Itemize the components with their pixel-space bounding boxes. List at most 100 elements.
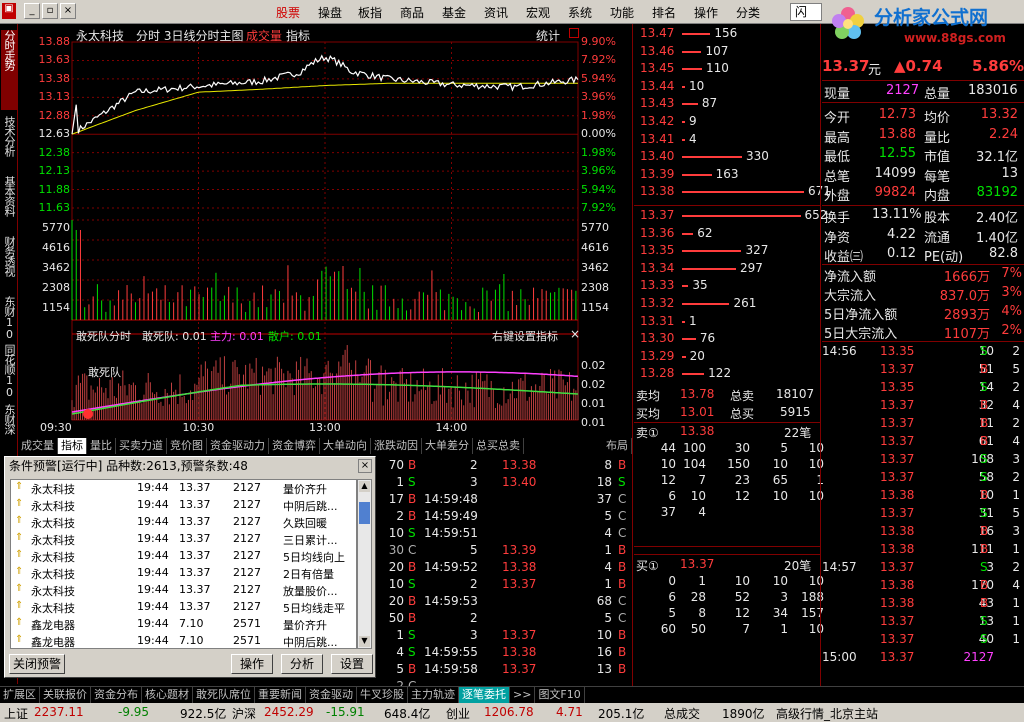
scroll-thumb[interactable]: [359, 502, 370, 524]
menu-item-9[interactable]: 排名: [652, 4, 676, 21]
minimize-icon[interactable]: _: [24, 3, 40, 19]
bottom-tab-5[interactable]: 重要新闻: [255, 687, 306, 703]
menu-item-0[interactable]: 股票: [276, 4, 300, 21]
indicator-close-icon[interactable]: ×: [570, 327, 580, 341]
ladder-price[interactable]: 13.33: [640, 278, 674, 292]
chart-tab-5[interactable]: 资金驱动力: [207, 438, 269, 454]
ladder-price[interactable]: 13.32: [640, 296, 674, 310]
alert-row[interactable]: ⇑ 永太科技 19:44 13.37 2127 三日累计...: [11, 531, 356, 548]
ladder-price[interactable]: 13.37: [640, 208, 674, 222]
bottom-tab-3[interactable]: 核心题材: [142, 687, 193, 703]
ladder-price[interactable]: 13.35: [640, 243, 674, 257]
alert-row[interactable]: ⇑ 永太科技 19:44 13.37 2127 中阴后跳...: [11, 497, 356, 514]
chart-maximize-icon[interactable]: [569, 28, 579, 38]
scroll-down-icon[interactable]: ▼: [359, 636, 370, 647]
chart-tab-0[interactable]: 成交量: [18, 438, 58, 454]
tab-ths10[interactable]: 同花顺10: [1, 344, 17, 402]
chart-tab-2[interactable]: 量比: [87, 438, 116, 454]
chart-tab-9[interactable]: 大单差分: [422, 438, 473, 454]
ladder-price[interactable]: 13.28: [640, 366, 674, 380]
menu-item-1[interactable]: 操盘: [318, 4, 342, 21]
alert-row[interactable]: ⇑ 鑫龙电器 19:44 7.10 2571 量价齐升: [11, 616, 356, 633]
tab-fundamentals[interactable]: 基本资料: [1, 176, 17, 234]
restore-icon[interactable]: ▫: [42, 3, 58, 19]
ladder-price[interactable]: 13.38: [640, 184, 674, 198]
sh-index[interactable]: 2237.11: [34, 705, 84, 719]
ladder-price[interactable]: 13.43: [640, 96, 674, 110]
menu-item-7[interactable]: 系统: [568, 4, 592, 21]
alert-close-icon[interactable]: ×: [358, 459, 372, 473]
alert-list[interactable]: ⇑ 永太科技 19:44 13.37 2127 量价齐升 ⇑ 永太科技 19:44 13.37 21…: [10, 479, 357, 649]
chart-index-label[interactable]: 指标: [286, 27, 310, 44]
chart-tab-10[interactable]: 总买总卖: [473, 438, 524, 454]
chart-tab-3[interactable]: 买卖力道: [116, 438, 167, 454]
menu-item-6[interactable]: 宏观: [526, 4, 550, 21]
ladder-price[interactable]: 13.31: [640, 314, 674, 328]
menu-item-5[interactable]: 资讯: [484, 4, 508, 21]
indicator-settings-link[interactable]: 右键设置指标: [492, 328, 558, 344]
ladder-price[interactable]: 13.29: [640, 349, 674, 363]
chart-stats-label[interactable]: 统计: [536, 27, 560, 44]
menu-item-2[interactable]: 板指: [358, 4, 382, 21]
menu-item-11[interactable]: 分类: [736, 4, 760, 21]
chart-tab-4[interactable]: 竞价图: [167, 438, 207, 454]
tab-technical[interactable]: 技术分析: [1, 116, 17, 174]
ladder-price[interactable]: 13.30: [640, 331, 674, 345]
settings-button[interactable]: 设置: [331, 654, 373, 674]
menu-item-8[interactable]: 功能: [610, 4, 634, 21]
ladder-price[interactable]: 13.44: [640, 79, 674, 93]
bottom-tab-2[interactable]: 资金分布: [91, 687, 142, 703]
quick-search-box[interactable]: 闪电手: [790, 3, 822, 21]
sz-index[interactable]: 2452.29: [264, 705, 314, 719]
feed-label[interactable]: 高级行情_北京主站: [776, 705, 878, 722]
scroll-up-icon[interactable]: ▲: [359, 481, 370, 492]
alert-row[interactable]: ⇑ 永太科技 19:44 13.37 2127 久跌回暖: [11, 514, 356, 531]
ladder-price[interactable]: 13.42: [640, 114, 674, 128]
chart-modes[interactable]: 分时 3日线分时主图: [136, 27, 243, 44]
ladder-price[interactable]: 13.46: [640, 44, 674, 58]
cy-index[interactable]: 1206.78: [484, 705, 534, 719]
tab-finance[interactable]: 财务透视: [1, 236, 17, 294]
menu-item-10[interactable]: 操作: [694, 4, 718, 21]
close-alert-button[interactable]: 关闭预警: [9, 654, 65, 674]
bottom-tab-10[interactable]: >>: [510, 687, 536, 703]
menu-item-3[interactable]: 商品: [400, 4, 424, 21]
app-icon[interactable]: ▣: [2, 3, 16, 19]
tab-dongcai-shen[interactable]: 东财深: [1, 404, 17, 450]
tab-intraday[interactable]: 分时走势: [1, 30, 17, 110]
chart-tab-6[interactable]: 资金博弈: [269, 438, 320, 454]
alert-row[interactable]: ⇑ 永太科技 19:44 13.37 2127 量价齐升: [11, 480, 356, 497]
bottom-tab-0[interactable]: 扩展区: [0, 687, 40, 703]
action-button[interactable]: 操作: [231, 654, 273, 674]
alert-row[interactable]: ⇑ 鑫龙电器 19:44 7.10 2571 中阴后跳...: [11, 633, 356, 648]
alert-row[interactable]: ⇑ 永太科技 19:44 13.37 2127 放量股价...: [11, 582, 356, 599]
ladder-price[interactable]: 13.34: [640, 261, 674, 275]
bottom-tab-1[interactable]: 关联报价: [40, 687, 91, 703]
chart-volume-label[interactable]: 成交量: [246, 27, 282, 44]
ladder-price[interactable]: 13.47: [640, 26, 674, 40]
close-icon[interactable]: ×: [60, 3, 76, 19]
intraday-chart[interactable]: 永太科技 分时 3日线分时主图 成交量 指标 统计 13.88 9.90% 13.6…: [20, 24, 632, 436]
alert-scrollbar[interactable]: ▲ ▼: [357, 479, 372, 649]
chart-tab-8[interactable]: 涨跌动因: [371, 438, 422, 454]
ladder-price[interactable]: 13.36: [640, 226, 674, 240]
ladder-price[interactable]: 13.40: [640, 149, 674, 163]
alert-row[interactable]: ⇑ 永太科技 19:44 13.37 2127 5日均线走平: [11, 599, 356, 616]
bottom-tab-7[interactable]: 牛叉珍股: [357, 687, 408, 703]
bottom-tab-8[interactable]: 主力轨迹: [408, 687, 459, 703]
alert-row[interactable]: ⇑ 永太科技 19:44 13.37 2127 2日有倍量: [11, 565, 356, 582]
tab-dongcai10[interactable]: 东财10: [1, 296, 17, 342]
layout-tab[interactable]: 布局: [603, 438, 632, 454]
chart-tab-7[interactable]: 大单动向: [320, 438, 371, 454]
ladder-price[interactable]: 13.45: [640, 61, 674, 75]
bottom-tab-11[interactable]: 图文F10: [535, 687, 585, 703]
analyze-button[interactable]: 分析: [281, 654, 323, 674]
menu-item-4[interactable]: 基金: [442, 4, 466, 21]
ladder-price[interactable]: 13.41: [640, 132, 674, 146]
chart-tab-1[interactable]: 指标: [58, 438, 87, 454]
bottom-tab-9[interactable]: 逐笔委托: [459, 687, 510, 703]
alert-row[interactable]: ⇑ 永太科技 19:44 13.37 2127 5日均线向上: [11, 548, 356, 565]
ladder-price[interactable]: 13.39: [640, 167, 674, 181]
bottom-tab-4[interactable]: 敢死队席位: [193, 687, 255, 703]
bottom-tab-6[interactable]: 资金驱动: [306, 687, 357, 703]
